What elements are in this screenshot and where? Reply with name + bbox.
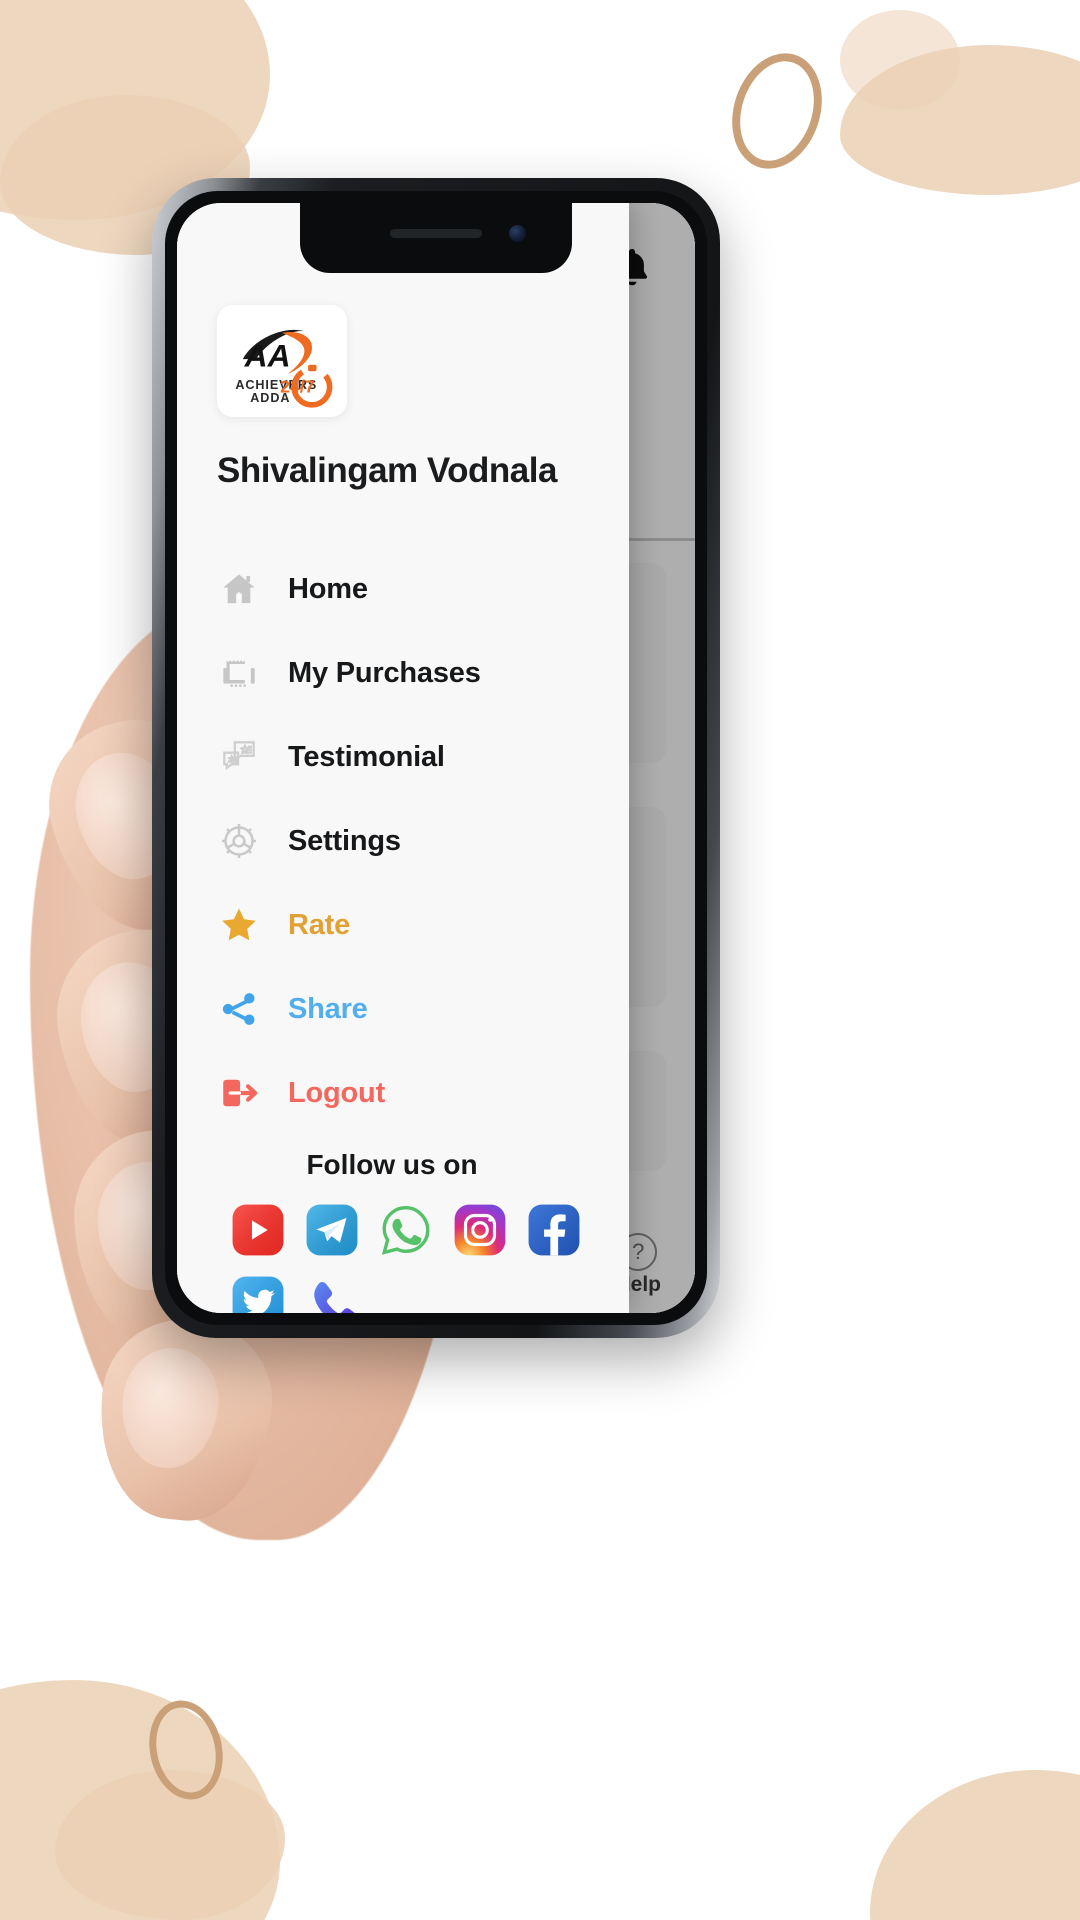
drawer-username: Shivalingam Vodnala	[217, 451, 557, 490]
menu-item-home[interactable]: Home	[177, 547, 629, 631]
background-ring-top-right	[717, 41, 837, 181]
achievers-adda-logo: AA ACHIEVERS ADDA 24/7	[217, 305, 347, 417]
menu-item-my-purchases-label: My Purchases	[288, 656, 481, 689]
background-blob-bottom-left-small	[55, 1770, 285, 1920]
menu-item-logout-label: Logout	[288, 1076, 386, 1109]
instagram-icon[interactable]	[451, 1201, 509, 1259]
facebook-icon[interactable]	[525, 1201, 583, 1259]
menu-item-settings-label: Settings	[288, 824, 401, 857]
menu-item-rate[interactable]: Rate	[177, 883, 629, 967]
menu-item-rate-label: Rate	[288, 908, 351, 941]
social-links	[177, 1201, 629, 1313]
social-row-2	[229, 1273, 585, 1313]
testimonial-icon	[217, 735, 261, 779]
phone-earpiece	[390, 229, 482, 238]
phone-front-camera	[509, 225, 526, 242]
menu-item-testimonial[interactable]: Testimonial	[177, 715, 629, 799]
menu-item-share-label: Share	[288, 992, 368, 1025]
logout-icon	[217, 1071, 261, 1115]
phone-call-icon[interactable]	[303, 1273, 361, 1313]
social-row-1	[229, 1201, 585, 1259]
menu-item-testimonial-label: Testimonial	[288, 740, 445, 773]
follow-us-title: Follow us on	[306, 1149, 478, 1180]
menu-item-share[interactable]: Share	[177, 967, 629, 1051]
twitter-icon[interactable]	[229, 1273, 287, 1313]
navigation-drawer: AA ACHIEVERS ADDA 24/7 Shivalingam Vodna…	[177, 203, 629, 1313]
logo-artwork: AA ACHIEVERS ADDA 24/7	[235, 329, 333, 408]
menu-item-my-purchases[interactable]: My Purchases	[177, 631, 629, 715]
phone-mockup: Hi Shivalingam Vodnala! Coaching Exams T…	[152, 178, 720, 1338]
svg-text:24/7: 24/7	[280, 377, 315, 397]
background-blob-bottom-right	[870, 1770, 1080, 1920]
phone-bezel: Hi Shivalingam Vodnala! Coaching Exams T…	[165, 191, 707, 1325]
svg-text:AA: AA	[244, 338, 291, 374]
phone-screen: Hi Shivalingam Vodnala! Coaching Exams T…	[177, 203, 695, 1313]
menu-item-home-label: Home	[288, 572, 368, 605]
share-icon	[217, 987, 261, 1031]
star-icon	[217, 903, 261, 947]
phone-notch	[300, 203, 572, 273]
menu-item-settings[interactable]: Settings	[177, 799, 629, 883]
youtube-icon[interactable]	[229, 1201, 287, 1259]
gear-icon	[217, 819, 261, 863]
telegram-icon[interactable]	[303, 1201, 361, 1259]
background-blob-top-right-small	[840, 10, 960, 110]
drawer-menu-list: Home My Purchases Testimonial Settings R…	[177, 547, 629, 1135]
menu-item-logout[interactable]: Logout	[177, 1051, 629, 1135]
home-icon	[217, 567, 261, 611]
receipt-icon	[217, 651, 261, 695]
whatsapp-icon[interactable]	[377, 1201, 435, 1259]
